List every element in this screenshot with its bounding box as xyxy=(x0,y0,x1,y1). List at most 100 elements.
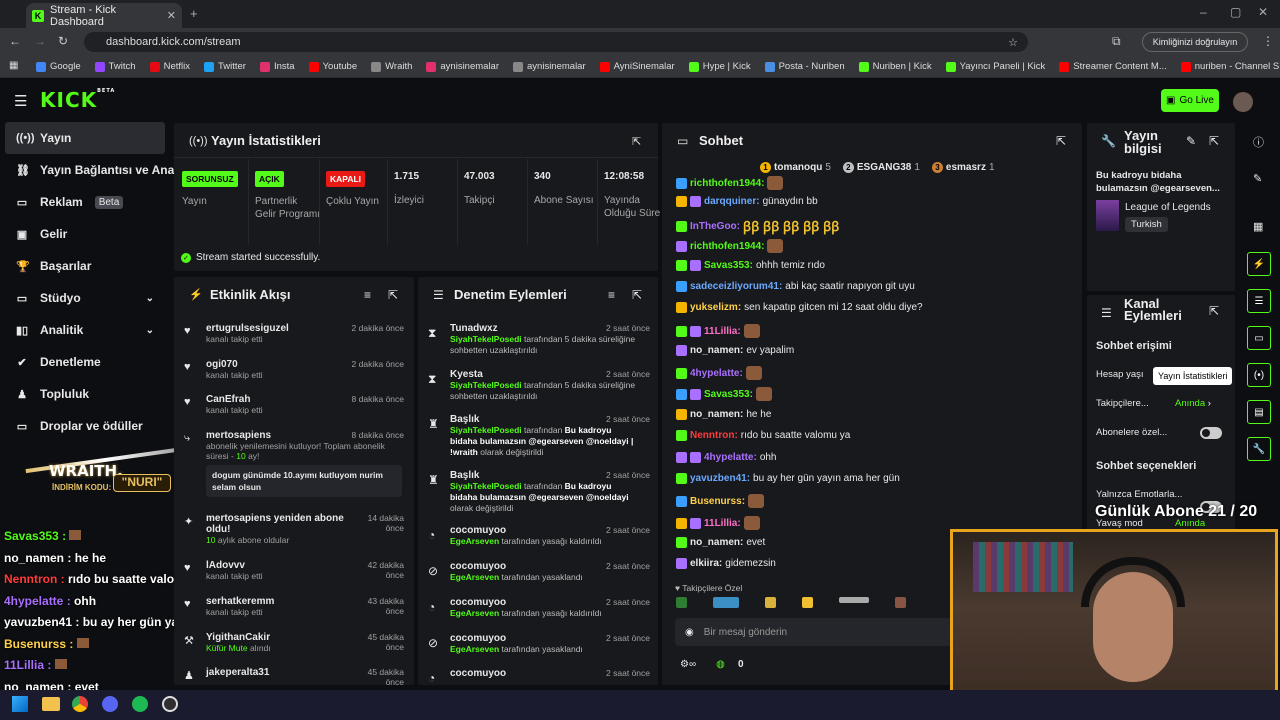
followers-only-value[interactable]: Anında › xyxy=(1175,398,1211,409)
moderator-name[interactable]: SiyahTekelPosedi xyxy=(450,334,522,344)
moderation-item[interactable]: ◔ cocomuyoo 2 saat önce xyxy=(426,668,658,685)
chat-message[interactable]: elkiira: gidemezsin xyxy=(676,558,776,569)
chat-message[interactable]: no_namen: ev yapalim xyxy=(676,345,794,356)
bookmark-item[interactable]: Twitch xyxy=(94,61,136,72)
info-icon[interactable]: ⓘ xyxy=(1253,134,1264,150)
maximize-icon[interactable]: ▢ xyxy=(1230,5,1241,19)
chat-message[interactable]: Savas353: xyxy=(676,387,772,401)
chat-username[interactable]: Nenntron: xyxy=(690,430,738,441)
bookmark-item[interactable]: aynisinemalar xyxy=(513,61,586,72)
moderator-name[interactable]: EgeArseven xyxy=(450,572,499,582)
moderator-name[interactable]: SiyahTekelPosedi xyxy=(450,425,522,435)
emote-picker-icon[interactable]: ◉ xyxy=(685,627,694,638)
popout-icon[interactable]: ⇱ xyxy=(1209,304,1219,318)
popout-icon[interactable]: ⇱ xyxy=(1056,134,1066,148)
emote-icon[interactable] xyxy=(839,597,869,603)
sidebar-item-4[interactable]: 🏆 Başarılar xyxy=(0,250,172,282)
chat-username[interactable]: no_namen: xyxy=(690,345,743,356)
chat-username[interactable]: sadeceizliyorum41: xyxy=(690,281,782,292)
chat-message[interactable]: 11Lillia: xyxy=(676,516,760,530)
sidebar-item-1[interactable]: ⛓ Yayın Bağlantısı ve Anahtarı xyxy=(0,154,200,186)
browser-tab[interactable]: K Stream - Kick Dashboard ✕ xyxy=(26,3,182,28)
chat-username[interactable]: 11Lillia: xyxy=(704,326,741,337)
chat-username[interactable]: InTheGoo: xyxy=(690,221,740,232)
activity-item[interactable]: ♥ CanEfrah kanalı takip etti 8 dakika önce xyxy=(182,394,412,415)
sidebar-item-7[interactable]: ✔ Denetleme xyxy=(0,346,172,378)
moderation-item[interactable]: ⊘ cocomuyoo 2 saat önce EgeArseven tarafınd… xyxy=(426,633,658,655)
chat-username[interactable]: elkiira: xyxy=(690,558,722,569)
chat-username[interactable]: Busenurss: xyxy=(690,496,745,507)
activity-item[interactable]: ⚒ YigithanCakir Küfür Mute alındı 45 dakika… xyxy=(182,632,412,653)
activity-item[interactable]: ⤷ mertosapiens abonelik yenilemesini kutlu… xyxy=(182,430,412,497)
forward-icon[interactable]: → xyxy=(34,34,46,48)
sidebar-item-3[interactable]: ▣ Gelir xyxy=(0,218,172,250)
moderation-item[interactable]: ♜ Başlık 2 saat önce SiyahTekelPosedi taraf… xyxy=(426,470,658,514)
top-gifter[interactable]: 1 tomanoqu 5 xyxy=(760,162,831,173)
lightning-rail-button[interactable]: ⚡ xyxy=(1247,252,1271,276)
moderator-name[interactable]: SiyahTekelPosedi xyxy=(450,380,522,390)
moderation-item[interactable]: ⧗ Tunadwxz 2 saat önce SiyahTekelPosedi tar… xyxy=(426,323,658,356)
bookmark-item[interactable]: Netflix xyxy=(149,61,190,72)
chat-username[interactable]: darqquiner: xyxy=(704,196,760,207)
emote-icon[interactable] xyxy=(765,597,776,608)
chevron-down-icon[interactable]: ⌄ xyxy=(146,293,154,304)
chat-username[interactable]: 11Lillia: xyxy=(704,518,741,529)
sidebar-item-2[interactable]: ▭ Reklam Beta xyxy=(0,186,172,218)
moderator-name[interactable]: EgeArseven xyxy=(450,608,499,618)
profile-chip[interactable]: Kimliğinizi doğrulayın xyxy=(1142,32,1248,52)
popout-icon[interactable]: ⇱ xyxy=(632,135,641,148)
chat-username[interactable]: yavuzben41: xyxy=(690,473,750,484)
language-tag[interactable]: Turkish xyxy=(1125,217,1168,232)
filter-icon[interactable]: ≡ xyxy=(608,288,615,302)
chat-username[interactable]: 4hypelatte: xyxy=(690,368,743,379)
spotify-icon[interactable] xyxy=(132,696,148,712)
menu-dots-icon[interactable]: ⋮ xyxy=(1262,34,1274,48)
activity-item[interactable]: ♥ lAdovvv kanalı takip etti 42 dakika önce xyxy=(182,560,412,581)
chat-message[interactable]: richthofen1944: xyxy=(676,239,784,253)
user-avatar[interactable] xyxy=(1233,92,1253,112)
moderator-name[interactable]: SiyahTekelPosedi xyxy=(450,481,522,491)
chat-message[interactable]: Savas353: ohhh temiz rıdo xyxy=(676,260,825,271)
chat-username[interactable]: richthofen1944: xyxy=(690,241,764,252)
chat-input[interactable]: ◉ Bir mesaj gönderin xyxy=(675,618,975,646)
filter-icon[interactable]: ≡ xyxy=(364,288,371,302)
activity-item[interactable]: ♟ jakeperalta31 45 dakika önce xyxy=(182,667,412,685)
close-tab-icon[interactable]: ✕ xyxy=(167,9,176,22)
reload-icon[interactable]: ↻ xyxy=(58,34,68,48)
windows-start-icon[interactable] xyxy=(12,696,28,712)
edit-icon[interactable]: ✎ xyxy=(1253,172,1262,185)
bookmark-item[interactable]: nuriben - Channel S... xyxy=(1180,61,1280,72)
actions-rail-button[interactable]: ▤ xyxy=(1247,400,1271,424)
kick-logo[interactable]: KICKBETA xyxy=(40,88,115,112)
sidebar-item-9[interactable]: ▭ Droplar ve ödüller xyxy=(0,410,172,442)
sidebar-item-6[interactable]: ▮▯ Analitik ⌄ xyxy=(0,314,172,346)
moderation-item[interactable]: ◔ cocomuyoo 2 saat önce EgeArseven tarafınd… xyxy=(426,525,658,547)
back-icon[interactable]: ← xyxy=(9,34,21,48)
game-name[interactable]: League of Legends xyxy=(1125,202,1211,213)
edit-icon[interactable]: ✎ xyxy=(1186,134,1196,148)
minimize-icon[interactable]: – xyxy=(1200,5,1207,19)
chat-message[interactable]: no_namen: he he xyxy=(676,409,771,420)
chat-message[interactable]: InTheGoo: ꞵꞵ ꞵꞵ ꞵꞵ ꞵꞵ ꞵꞵ xyxy=(676,217,840,235)
file-explorer-icon[interactable] xyxy=(42,697,60,711)
emote-icon[interactable] xyxy=(802,597,813,608)
bookmark-item[interactable]: Youtube xyxy=(308,61,357,72)
bookmark-item[interactable]: Twitter xyxy=(203,61,246,72)
list-rail-button[interactable]: ☰ xyxy=(1247,289,1271,313)
activity-item[interactable]: ♥ ogi070 kanalı takip etti 2 dakika önce xyxy=(182,359,412,380)
obs-icon[interactable] xyxy=(162,696,178,712)
sidebar-item-5[interactable]: ▭ Stüdyo ⌄ xyxy=(0,282,172,314)
layout-icon[interactable]: ▦ xyxy=(1253,220,1263,233)
chat-username[interactable]: Savas353: xyxy=(704,260,753,271)
bookmark-item[interactable]: Yayıncı Paneli | Kick xyxy=(945,61,1045,72)
go-live-button[interactable]: ▣ Go Live xyxy=(1161,89,1219,112)
chat-username[interactable]: no_namen: xyxy=(690,537,743,548)
chat-message[interactable]: richthofen1944: xyxy=(676,176,784,190)
popout-icon[interactable]: ⇱ xyxy=(632,288,642,302)
top-gifter[interactable]: 2 ESGANG38 1 xyxy=(842,162,920,173)
chat-username[interactable]: no_namen: xyxy=(690,409,743,420)
apps-grid-icon[interactable]: ▦ xyxy=(9,60,18,71)
bookmark-item[interactable]: Wraith xyxy=(371,61,412,72)
moderation-item[interactable]: ◔ cocomuyoo 2 saat önce EgeArseven tarafınd… xyxy=(426,597,658,619)
sidebar-item-8[interactable]: ♟ Topluluk xyxy=(0,378,172,410)
